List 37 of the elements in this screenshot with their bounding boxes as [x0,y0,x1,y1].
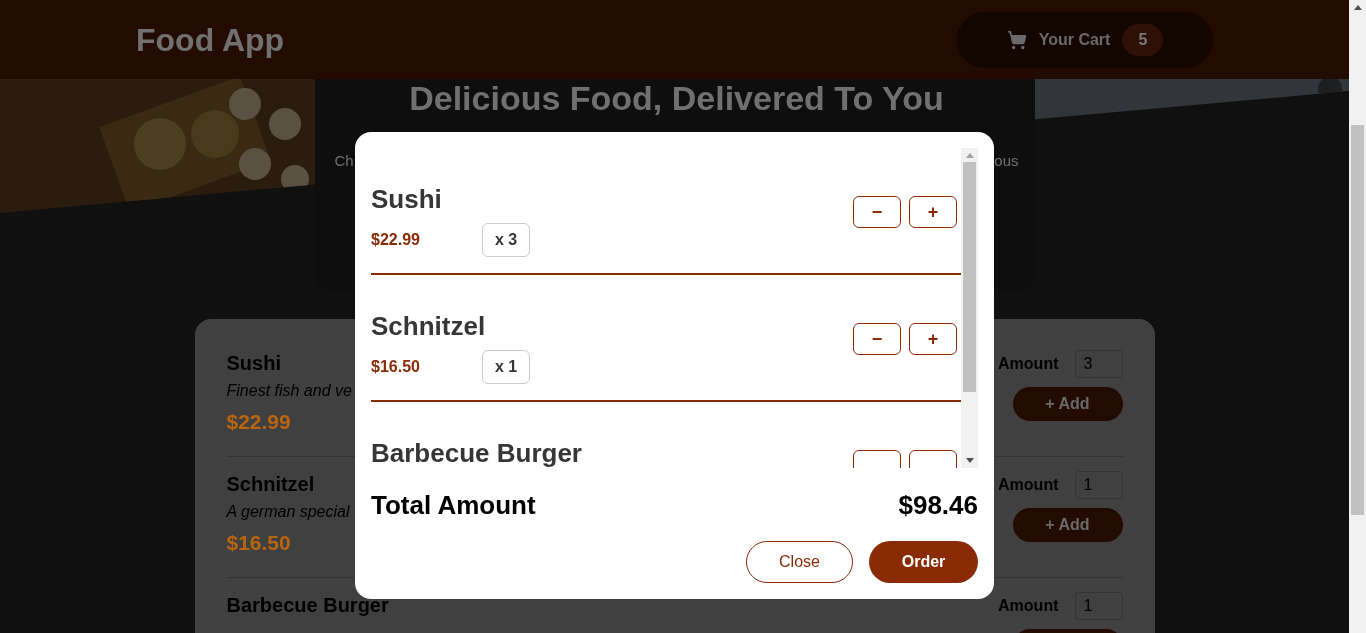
quantity-button[interactable]: − [853,323,901,355]
total-label: Total Amount [371,489,536,522]
summary-title: Delicious Food, Delivered To You [409,78,944,119]
summary-text: ous [994,151,1019,171]
cart-item-name: Sushi [371,183,443,215]
scrollbar-thumb[interactable] [963,162,976,392]
scroll-down-icon [965,458,974,463]
meal-name: Schnitzel [226,472,316,497]
summary-text: Ch [334,151,354,171]
app-title: Food App [136,20,285,60]
cart-item-price: $16.50 [371,357,421,377]
cart-item-name: Barbecue Burger [371,437,582,468]
cart-item-quantity: x 3 [482,223,531,257]
cart-item-quantity: x 1 [482,350,531,384]
meal-price: $22.99 [226,409,292,435]
scroll-up-icon [1353,5,1362,10]
cart-button[interactable]: Your Cart 5 [957,11,1213,68]
cart-item-name: Schnitzel [371,310,487,342]
cart-count: 5 [1122,23,1164,56]
scrollbar-thumb[interactable] [1351,125,1364,515]
meal-name: Sushi [226,351,282,376]
amount-label: Amount [998,475,1059,495]
quantity-button[interactable]: − [853,196,901,228]
quantity-button[interactable]: + [909,323,957,355]
meal-price: $16.50 [226,530,292,556]
meal-name: Barbecue Burger [226,593,389,618]
amount-label: Amount [998,354,1059,374]
cart-item-price: $22.99 [371,230,421,250]
quantity-button[interactable]: + [909,196,957,228]
amount-label: Amount [998,596,1059,616]
scroll-up-icon [965,153,974,158]
cart-icon [1006,29,1027,50]
meal-description: A german special [226,502,350,522]
meal-description: Finest fish and ve [226,381,352,401]
order-button[interactable]: Order [869,541,978,583]
cart-label: Your Cart [1038,29,1111,50]
total-amount: $98.46 [898,489,978,522]
